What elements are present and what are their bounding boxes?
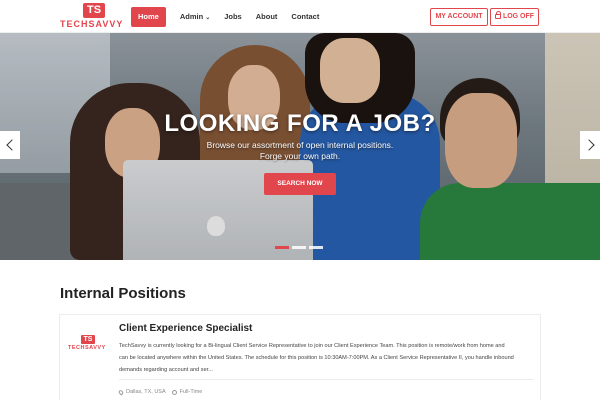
hero-subtitle-line: Browse our assortment of open internal p… bbox=[206, 140, 394, 150]
job-meta: Dallas, TX, USA Full-Time bbox=[117, 388, 203, 396]
logo-text: TECHSAVVY bbox=[60, 19, 124, 29]
job-company-logo: TS TECHSAVVY bbox=[68, 335, 110, 355]
techsavvy-logo[interactable]: TS TECHSAVVY bbox=[60, 3, 132, 31]
carousel-dot[interactable] bbox=[309, 246, 323, 249]
nav-item-admin[interactable]: Admin ⌄ bbox=[180, 7, 210, 27]
nav-item-contact[interactable]: Contact bbox=[291, 7, 319, 27]
carousel-next-button[interactable] bbox=[580, 131, 600, 159]
hero-title: LOOKING FOR A JOB? bbox=[164, 110, 436, 137]
carousel-dot[interactable] bbox=[292, 246, 306, 249]
my-account-button[interactable]: MY ACCOUNT bbox=[430, 8, 488, 26]
top-navbar: TS TECHSAVVY Home Admin ⌄ Jobs About Cont… bbox=[0, 0, 600, 33]
divider bbox=[119, 379, 534, 380]
lock-icon bbox=[494, 11, 501, 19]
carousel-dot[interactable] bbox=[275, 246, 289, 249]
carousel-indicators bbox=[275, 246, 326, 249]
hero-subtitle-line: Forge your own path. bbox=[259, 151, 341, 161]
chevron-down-icon: ⌄ bbox=[205, 15, 211, 21]
search-now-button[interactable]: SEARCH NOW bbox=[264, 173, 336, 195]
nav-item-about[interactable]: About bbox=[256, 7, 278, 27]
job-card[interactable]: TS TECHSAVVY Client Experience Specialis… bbox=[59, 314, 541, 400]
logo-text: TECHSAVVY bbox=[68, 345, 106, 351]
main-nav: Home Admin ⌄ Jobs About Contact bbox=[131, 7, 333, 27]
clock-icon bbox=[171, 389, 177, 395]
page: TS TECHSAVVY Home Admin ⌄ Jobs About Cont… bbox=[0, 0, 600, 400]
section-heading: Internal Positions bbox=[60, 285, 186, 302]
job-description: TechSavvy is currently looking for a Bi-… bbox=[119, 343, 514, 373]
nav-item-admin-label: Admin bbox=[179, 12, 204, 21]
chevron-right-icon bbox=[582, 139, 595, 151]
chevron-left-icon bbox=[5, 139, 18, 151]
logo-mark: TS bbox=[83, 3, 105, 18]
location-pin-icon bbox=[117, 388, 125, 396]
nav-item-home[interactable]: Home bbox=[131, 7, 166, 27]
nav-item-jobs[interactable]: Jobs bbox=[224, 7, 242, 27]
log-off-label: LOG OFF bbox=[502, 13, 535, 20]
hero-carousel: LOOKING FOR A JOB? Browse our assortment… bbox=[0, 33, 600, 260]
job-title-link[interactable]: Client Experience Specialist bbox=[119, 323, 252, 334]
job-type: Full-Time bbox=[179, 389, 203, 395]
hero-subtitle: Browse our assortment of open internal p… bbox=[0, 140, 600, 162]
log-off-button[interactable]: LOG OFF bbox=[490, 8, 539, 26]
carousel-prev-button[interactable] bbox=[0, 131, 20, 159]
job-location: Dallas, TX, USA bbox=[126, 389, 166, 395]
logo-mark: TS bbox=[81, 335, 95, 344]
